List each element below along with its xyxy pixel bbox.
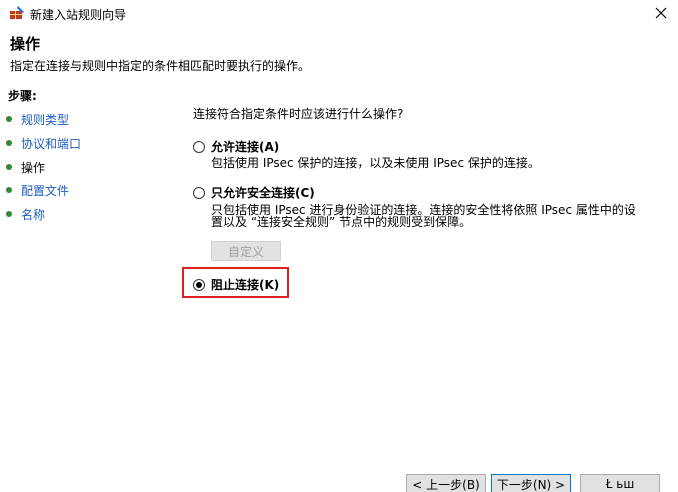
back-button[interactable]: < 上一步(B) xyxy=(406,474,486,492)
finish-button[interactable]: Ł ьш xyxy=(580,474,660,492)
close-button[interactable] xyxy=(644,0,678,28)
step-bullet-icon xyxy=(6,187,12,193)
step-bullet-icon xyxy=(6,140,12,146)
allow-secure-description-line2: 置以及 “连接安全规则” 节点中的规则受到保障。 xyxy=(211,215,472,229)
wizard-icon xyxy=(9,5,25,21)
option-label: 阻止连接(K) xyxy=(211,278,280,292)
step-bullet-icon xyxy=(6,116,12,122)
page-title: 操作 xyxy=(10,35,41,53)
step-protocol-port[interactable]: 协议和端口 xyxy=(6,135,81,151)
radio-selected-dot xyxy=(196,281,202,288)
step-label: 规则类型 xyxy=(21,112,70,127)
customize-button[interactable]: 自定义 xyxy=(211,241,281,261)
step-profile[interactable]: 配置文件 xyxy=(6,182,69,198)
step-label: 操作 xyxy=(21,160,46,175)
page-description: 指定在连接与规则中指定的条件相匹配时要执行的操作。 xyxy=(10,59,311,73)
option-label: 只允许安全连接(C) xyxy=(211,186,315,200)
radio-allow[interactable] xyxy=(193,140,205,153)
block-connection-option[interactable]: 阻止连接(K) xyxy=(193,276,279,293)
window-title: 新建入站规则向导 xyxy=(30,8,127,22)
step-rule-type[interactable]: 规则类型 xyxy=(6,111,69,127)
step-name[interactable]: 名称 xyxy=(6,206,45,222)
step-bullet-icon xyxy=(6,164,12,170)
allow-secure-option[interactable]: 只允许安全连接(C) xyxy=(193,184,315,201)
radio-allow-secure[interactable] xyxy=(193,186,205,199)
steps-heading: 步骤: xyxy=(8,89,37,103)
action-question: 连接符合指定条件时应该进行什么操作? xyxy=(193,107,404,121)
allow-connection-description: 包括使用 IPsec 保护的连接，以及未使用 IPsec 保护的连接。 xyxy=(211,156,540,170)
radio-block[interactable] xyxy=(193,278,205,291)
step-label: 配置文件 xyxy=(21,183,70,198)
step-label: 名称 xyxy=(21,207,46,222)
step-label: 协议和端口 xyxy=(21,136,82,151)
option-label: 允许连接(A) xyxy=(211,140,280,154)
step-action[interactable]: 操作 xyxy=(6,159,45,175)
page-header: 操作 指定在连接与规则中指定的条件相匹配时要执行的操作。 xyxy=(0,28,678,78)
next-button[interactable]: 下一步(N) > xyxy=(491,474,571,492)
close-icon xyxy=(655,7,667,22)
step-bullet-icon xyxy=(6,211,12,217)
allow-connection-option[interactable]: 允许连接(A) xyxy=(193,138,279,155)
title-bar: 新建入站规则向导 xyxy=(0,0,678,28)
